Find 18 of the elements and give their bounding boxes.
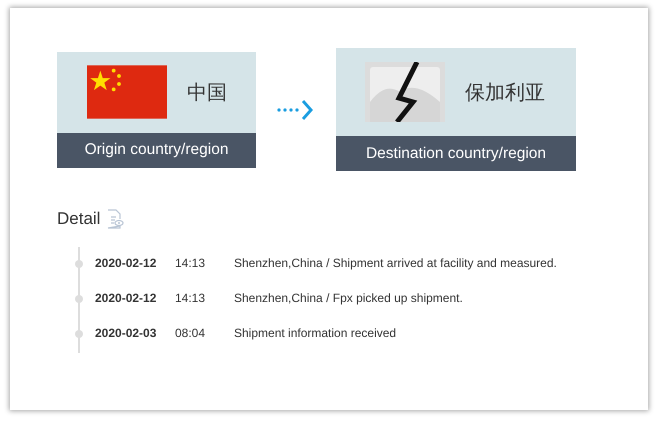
- event-description: Shenzhen,China / Shipment arrived at facility and measured.: [234, 256, 557, 270]
- event-date: 2020-02-03: [95, 326, 158, 340]
- country-label: Destination country/region: [336, 136, 576, 171]
- arrow-icon: [276, 98, 316, 120]
- country-name: 保加利亚: [465, 80, 545, 106]
- broken-image-icon: [365, 62, 445, 122]
- event-description: Shipment information received: [234, 326, 396, 340]
- detail-title: Detail: [57, 209, 100, 229]
- event-time: 14:13: [175, 256, 206, 270]
- event-date: 2020-02-12: [95, 256, 158, 270]
- document-icon: [106, 209, 124, 229]
- china-flag-icon: [87, 65, 167, 119]
- event-date: 2020-02-12: [95, 291, 158, 305]
- event-time: 08:04: [175, 326, 206, 340]
- country-name: 中国: [187, 80, 227, 106]
- event-time: 14:13: [175, 291, 206, 305]
- country-label: Origin country/region: [57, 132, 256, 168]
- event-description: Shenzhen,China / Fpx picked up shipment.: [234, 291, 463, 305]
